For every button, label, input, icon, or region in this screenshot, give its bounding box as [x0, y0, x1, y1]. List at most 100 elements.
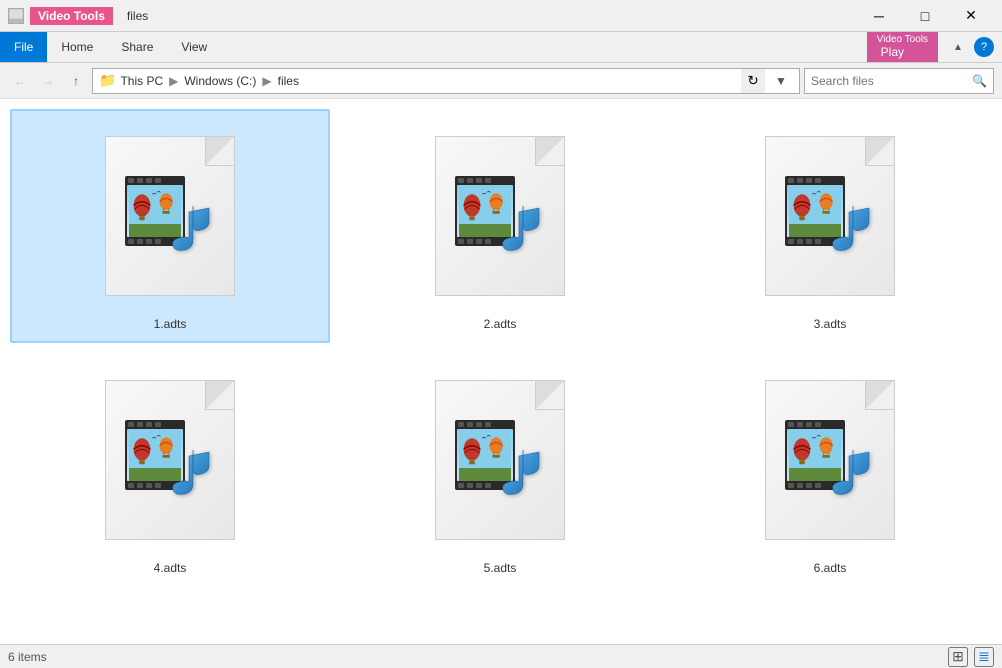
list-view-button[interactable]: ≣: [974, 647, 994, 667]
file-icon-wrapper: [750, 121, 910, 311]
tab-share[interactable]: Share: [107, 32, 167, 62]
film-hole: [476, 483, 482, 488]
film-hole: [146, 239, 152, 244]
address-bar[interactable]: 📁 This PC ▶ Windows (C:) ▶ files ↻ ▼: [92, 68, 800, 94]
forward-button[interactable]: →: [36, 69, 60, 93]
tab-file[interactable]: File: [0, 32, 47, 62]
film-hole: [806, 239, 812, 244]
film-hole: [128, 178, 134, 183]
file-name: 1.adts: [154, 317, 187, 331]
music-note-icon: [493, 442, 545, 500]
file-item-3[interactable]: 3.adts: [670, 109, 990, 343]
film-hole: [476, 178, 482, 183]
file-icon-wrapper: [420, 121, 580, 311]
film-hole: [146, 483, 152, 488]
film-hole: [155, 178, 161, 183]
film-holes-top: [125, 420, 185, 429]
file-item-1[interactable]: 1.adts: [10, 109, 330, 343]
back-button[interactable]: ←: [8, 69, 32, 93]
film-hole: [797, 483, 803, 488]
file-item-2[interactable]: 2.adts: [340, 109, 660, 343]
breadcrumb-thispc[interactable]: This PC: [120, 74, 163, 88]
film-hole: [128, 483, 134, 488]
title-bar-left: Video Tools files: [8, 7, 148, 25]
tab-play[interactable]: Play: [867, 45, 938, 59]
film-hole: [485, 422, 491, 427]
search-box[interactable]: 🔍: [804, 68, 994, 94]
film-hole: [458, 483, 464, 488]
navigation-bar: ← → ↑ 📁 This PC ▶ Windows (C:) ▶ files ↻…: [0, 63, 1002, 99]
music-note-icon: [823, 442, 875, 500]
help-button[interactable]: ?: [974, 37, 994, 57]
film-hole: [815, 178, 821, 183]
app-icon: [8, 8, 24, 24]
film-hole: [485, 239, 491, 244]
film-hole: [155, 422, 161, 427]
file-item-4[interactable]: 4.adts: [10, 353, 330, 587]
address-dropdown-button[interactable]: ▼: [769, 69, 793, 93]
title-bar: Video Tools files ─ □ ✕: [0, 0, 1002, 32]
tab-home[interactable]: Home: [47, 32, 107, 62]
music-note-icon: [823, 198, 875, 256]
film-holes-top: [125, 176, 185, 185]
film-hole: [155, 239, 161, 244]
file-icon-wrapper: [90, 121, 250, 311]
film-hole: [815, 422, 821, 427]
media-badge: [125, 176, 215, 256]
film-hole: [806, 178, 812, 183]
file-name: 5.adts: [484, 561, 517, 575]
file-item-5[interactable]: 5.adts: [340, 353, 660, 587]
search-input[interactable]: [811, 74, 968, 88]
breadcrumb-files[interactable]: files: [278, 74, 299, 88]
status-bar: 6 items ⊞ ≣: [0, 644, 1002, 668]
view-controls: ⊞ ≣: [948, 647, 994, 667]
doc-icon: [435, 380, 565, 540]
refresh-button[interactable]: ↻: [741, 69, 765, 93]
film-holes-top: [455, 420, 515, 429]
media-badge: [455, 176, 545, 256]
search-icon: 🔍: [972, 74, 987, 88]
breadcrumb-windows[interactable]: Windows (C:): [184, 74, 256, 88]
film-hole: [788, 483, 794, 488]
film-hole: [788, 178, 794, 183]
item-count: 6 items: [8, 650, 47, 664]
film-hole: [128, 422, 134, 427]
film-hole: [788, 422, 794, 427]
film-hole: [797, 239, 803, 244]
close-button[interactable]: ✕: [948, 0, 994, 32]
media-badge: [785, 420, 875, 500]
large-icons-view-button[interactable]: ⊞: [948, 647, 968, 667]
music-note-icon: [493, 198, 545, 256]
film-hole: [485, 178, 491, 183]
film-hole: [458, 422, 464, 427]
film-hole: [815, 239, 821, 244]
tab-view[interactable]: View: [167, 32, 221, 62]
film-hole: [137, 483, 143, 488]
minimize-button[interactable]: ─: [856, 0, 902, 32]
film-holes-top: [455, 176, 515, 185]
doc-icon: [435, 136, 565, 296]
film-hole: [137, 239, 143, 244]
media-badge: [125, 420, 215, 500]
media-badge: [455, 420, 545, 500]
film-hole: [458, 239, 464, 244]
film-hole: [485, 483, 491, 488]
ribbon-tab-bar: File Home Share View Video Tools Play ▲ …: [0, 32, 1002, 62]
film-hole: [806, 483, 812, 488]
film-holes-top: [785, 420, 845, 429]
ribbon-collapse-button[interactable]: ▲: [946, 35, 970, 59]
up-button[interactable]: ↑: [64, 69, 88, 93]
file-name: 2.adts: [484, 317, 517, 331]
maximize-button[interactable]: □: [902, 0, 948, 32]
film-hole: [137, 178, 143, 183]
music-note-icon: [163, 198, 215, 256]
breadcrumb-icon: 📁: [99, 72, 116, 89]
film-hole: [788, 239, 794, 244]
film-hole: [155, 483, 161, 488]
film-hole: [137, 422, 143, 427]
film-hole: [815, 483, 821, 488]
file-name: 6.adts: [814, 561, 847, 575]
film-hole: [128, 239, 134, 244]
file-item-6[interactable]: 6.adts: [670, 353, 990, 587]
film-hole: [476, 422, 482, 427]
